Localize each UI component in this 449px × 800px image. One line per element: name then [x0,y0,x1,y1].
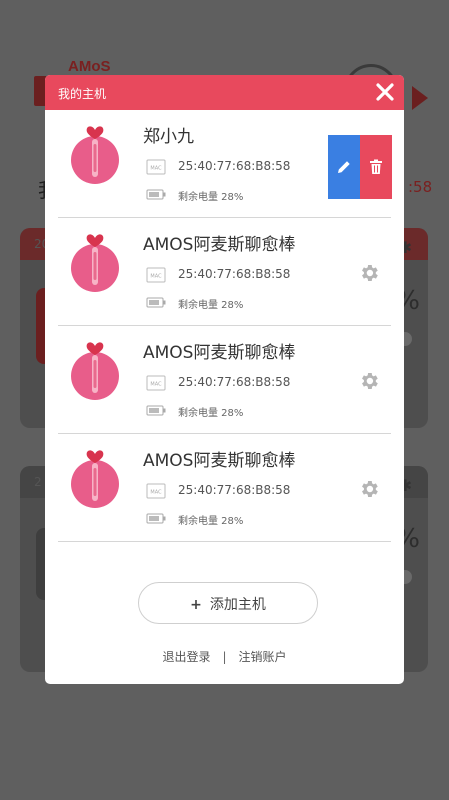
dialog-header: 我的主机 [45,75,404,110]
mac-address: 25:40:77:68:B8:58 [178,159,291,173]
battery-icon [146,189,166,200]
background-card-tag: 2 [34,475,42,489]
battery-icon [146,297,166,308]
gear-icon[interactable] [358,478,380,500]
footer-separator: | [222,650,227,664]
add-host-content: + 添加主机 [139,594,317,614]
mac-address-icon: MAC [146,375,166,391]
mac-address-icon: MAC [146,159,166,175]
pencil-icon [338,161,350,173]
add-host-button[interactable]: + 添加主机 [138,582,318,624]
gear-icon[interactable] [358,370,380,392]
delete-button[interactable] [360,135,392,199]
edit-button[interactable] [328,135,360,199]
delete-account-link[interactable]: 注销账户 [239,648,287,665]
svg-text:MAC: MAC [150,382,162,388]
mac-address-icon: MAC [146,267,166,283]
background-text-right: :58 [408,178,433,196]
svg-text:MAC: MAC [150,166,162,172]
mac-address: 25:40:77:68:B8:58 [178,267,291,281]
dialog-footer: 退出登录 | 注销账户 [45,648,404,665]
battery-level: 剩余电量 28% [178,192,244,203]
device-name: AMOS阿麦斯聊愈棒 [143,451,296,471]
device-avatar [71,234,119,292]
svg-text:MAC: MAC [150,274,162,280]
svg-text:MAC: MAC [150,490,162,496]
gear-icon[interactable] [358,262,380,284]
add-host-label: 添加主机 [209,597,266,613]
device-avatar [71,450,119,508]
device-name: AMOS阿麦斯聊愈棒 [143,343,296,363]
battery-level: 剩余电量 28% [178,516,244,527]
background-play-icon [412,86,428,110]
device-item[interactable]: AMOS阿麦斯聊愈棒 MAC 25:40:77:68:B8:58 剩余电量 28… [45,434,404,542]
device-name: AMOS阿麦斯聊愈棒 [143,235,296,255]
device-item[interactable]: 郑小九 MAC 25:40:77:68:B8:58 剩余电量 28% [45,110,404,218]
mac-address-icon: MAC [146,483,166,499]
mac-address: 25:40:77:68:B8:58 [178,483,291,497]
device-name: 郑小九 [143,127,194,147]
device-avatar [71,126,119,184]
close-icon[interactable] [374,81,396,103]
device-avatar [71,342,119,400]
battery-icon [146,405,166,416]
plus-icon: + [190,597,202,613]
battery-icon [146,513,166,524]
my-hosts-dialog: 我的主机 郑小九 MAC 25:40:77:68:B8:58 剩余电量 28% … [45,75,404,684]
mac-address: 25:40:77:68:B8:58 [178,375,291,389]
device-item[interactable]: AMOS阿麦斯聊愈棒 MAC 25:40:77:68:B8:58 剩余电量 28… [45,218,404,326]
battery-level: 剩余电量 28% [178,408,244,419]
divider [58,541,391,542]
battery-level: 剩余电量 28% [178,300,244,311]
logout-link[interactable]: 退出登录 [162,648,210,665]
background-logo: AMoS [68,58,111,75]
trash-icon [370,159,382,174]
dialog-title: 我的主机 [58,87,107,101]
device-item[interactable]: AMOS阿麦斯聊愈棒 MAC 25:40:77:68:B8:58 剩余电量 28… [45,326,404,434]
